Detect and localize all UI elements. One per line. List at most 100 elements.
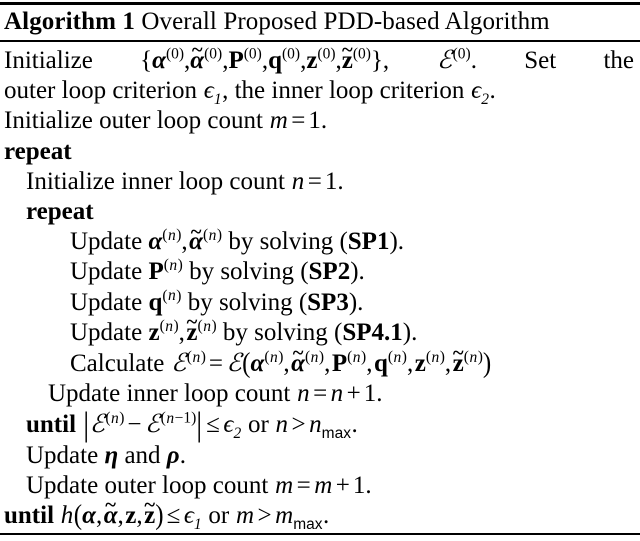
line-initialize-inner-count: Initialize inner loop count n = 1. (0, 167, 640, 197)
or-text: or (208, 502, 230, 530)
by-solving-text: by solving (189, 258, 294, 286)
period: . (357, 288, 364, 316)
plus-sign: + (335, 471, 350, 499)
period: . (397, 228, 405, 256)
line-update-z: Update z(n), ~ z(n) by solving (SP4.1). (70, 311, 418, 346)
subproblem-label-sp1: SP1 (347, 228, 390, 256)
max-subscript: max (293, 516, 323, 534)
and-text: and (124, 441, 161, 469)
line-initialize-variables: Initialize {α(0), ~ α(0),P(0),q(0),z(0), ~ z… (0, 39, 640, 76)
equals-sign: = (313, 380, 328, 408)
script-E-lhs: ℰ (171, 348, 187, 378)
period: . (323, 502, 330, 530)
line-until-outer: until h(α, ~ α,z, ~ z) ≤ ϵ1 or m > mmax. (0, 494, 640, 534)
m-max-math: mmax (275, 502, 323, 534)
keyword-repeat-outer: repeat (0, 137, 640, 167)
calculate-label: Calculate (70, 350, 165, 378)
variable-m: m (235, 502, 255, 530)
line-update-alpha: Update α(n), ~ α(n) by solving (SP1). (70, 220, 405, 256)
function-h: h (60, 502, 74, 530)
minus-sign: − (127, 411, 142, 439)
greater-than-sign: > (257, 502, 272, 530)
variable-m: m (275, 471, 294, 499)
variable-n: n (291, 167, 305, 195)
bottom-rule (0, 533, 640, 535)
eta-symbol: η (104, 441, 119, 469)
rho-symbol: ρ (166, 441, 180, 469)
update-label: Update (70, 318, 143, 346)
equals-sign: = (307, 167, 322, 195)
criteria-mid-text: , the inner loop criterion (222, 77, 465, 105)
subproblem-label-sp2: SP2 (308, 258, 351, 286)
repeat-outer-label: repeat (4, 137, 72, 165)
variable-m: m (314, 471, 333, 499)
or-text: or (247, 411, 269, 439)
by-solving-text: by solving (228, 228, 334, 256)
inner-count-value: 1. (324, 167, 344, 195)
until-inner-label: until (26, 411, 77, 439)
equals-sign: = (296, 471, 311, 499)
initialize-label: Initialize (4, 47, 93, 74)
init-set-tail: . Set the (470, 47, 634, 74)
line-update-outer-count: Update outer loop count m = m +1. (0, 471, 640, 501)
increment-value: 1. (352, 471, 372, 499)
algorithm-block: Algorithm 1 Overall Proposed PDD-based A… (0, 2, 640, 541)
update-inner-count-text: Update inner loop count (48, 380, 291, 408)
line-until-inner: until |ℰ(n) − ℰ(n−1)| ≤ ϵ2 or n > nmax. (0, 406, 640, 444)
update-label: Update (70, 258, 143, 286)
inner-count-pre-text: Initialize inner loop count (26, 167, 285, 195)
epsilon-2-math: ϵ2 (471, 77, 489, 109)
period: . (358, 258, 365, 286)
epsilon-1-math: ϵ1 (203, 77, 222, 109)
equals-sign: = (208, 350, 223, 378)
variable-m: m (269, 107, 288, 135)
line-update-eta-rho: Update η and ρ. (0, 441, 640, 471)
epsilon-1-math: ϵ1 (183, 502, 202, 534)
update-label: Update (70, 288, 143, 316)
less-equal-sign: ≤ (206, 411, 220, 439)
outer-count-pre-text: Initialize outer loop count (4, 107, 263, 135)
by-solving-text: by solving (187, 288, 293, 316)
n-max-math: nmax (309, 411, 351, 443)
variable-n: n (297, 380, 310, 408)
h-args-math: (α, ~ α,z, ~ z) (73, 494, 164, 531)
line-calculate-objective: Calculate ℰ(n) = ℰ(α(n), ~ α(n),P(n),q(n),z(… (70, 342, 492, 379)
less-equal-sign: ≤ (166, 502, 181, 530)
period: . (351, 411, 358, 439)
line-initialize-outer-count: Initialize outer loop count m = 1. (0, 106, 640, 136)
equals-sign: = (291, 107, 306, 135)
line-update-P: Update P(n) by solving (SP2). (70, 257, 365, 286)
objective-args-math: ℰ(α(n), ~ α(n),P(n),q(n),z(n), ~ z(n)) (226, 342, 492, 379)
line-update-inner-count: Update inner loop count n = n +1. (0, 379, 640, 409)
period: . (411, 318, 418, 346)
by-solving-text: by solving (222, 318, 328, 346)
subproblem-label-sp3: SP3 (307, 288, 349, 316)
init-set-math: {α(0), ~ α(0),P(0),q(0),z(0), ~ z(0)}, ℰ(0) (140, 39, 471, 74)
keyword-repeat-inner: repeat (0, 197, 640, 227)
algorithm-body: Initialize {α(0), ~ α(0),P(0),q(0),z(0), ~ z… (0, 39, 640, 534)
outer-count-value: 1. (308, 107, 328, 135)
P-var-math: P(n) (148, 257, 183, 286)
increment-value: 1. (363, 380, 383, 408)
repeat-inner-label: repeat (26, 198, 94, 226)
update-label: Update (70, 228, 143, 256)
algorithm-title-text: Overall Proposed PDD-based Algorithm (141, 8, 550, 35)
subproblem-label-sp41: SP4.1 (342, 318, 403, 346)
line-initialize-criteria: outer loop criterion ϵ1, the inner loop … (0, 76, 640, 109)
until-outer-label: until (4, 502, 55, 530)
update-label: Update (26, 441, 99, 469)
epsilon-2-math: ϵ2 (223, 411, 242, 443)
greater-than-sign: > (291, 411, 306, 439)
max-subscript: max (321, 425, 351, 443)
z-vars-math: z(n), ~ z(n) (148, 311, 217, 346)
criteria-post-text: . (489, 77, 496, 105)
criteria-pre-text: outer loop criterion (4, 77, 197, 105)
plus-sign: + (346, 380, 361, 408)
variable-n: n (330, 380, 344, 408)
q-var-math: q(n) (148, 287, 182, 316)
line-update-q: Update q(n) by solving (SP3). (70, 287, 364, 316)
period: . (179, 441, 186, 469)
abs-E-difference-math: |ℰ(n) − ℰ(n−1)| (83, 406, 203, 444)
alpha-vars-math: α(n), ~ α(n) (148, 220, 223, 256)
variable-n: n (275, 411, 289, 439)
